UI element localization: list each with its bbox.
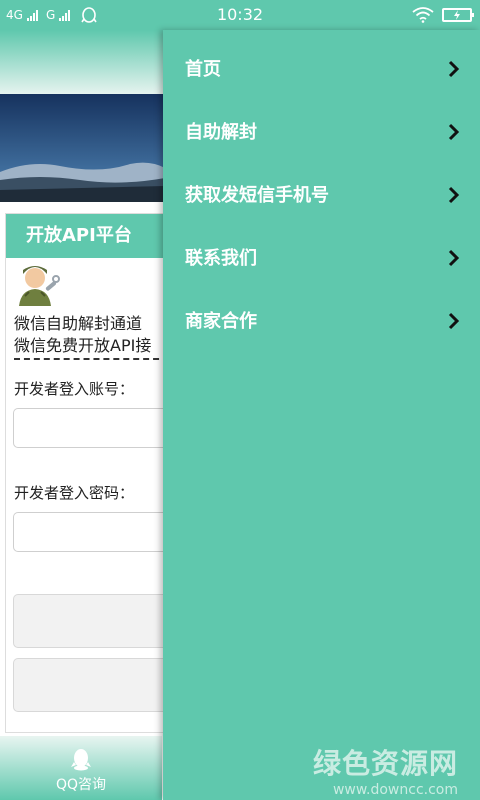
wifi-icon	[412, 7, 434, 23]
banner-image	[0, 94, 165, 202]
watermark-title: 绿色资源网	[312, 747, 458, 780]
menu-item-contact-us[interactable]: 联系我们	[163, 223, 480, 286]
password-input[interactable]	[13, 512, 173, 552]
qq-consult-label: QQ咨询	[55, 777, 107, 793]
menu-item-label: 自助解封	[185, 122, 257, 143]
menu-item-self-unblock[interactable]: 自助解封	[163, 97, 480, 160]
chevron-right-icon	[448, 312, 460, 330]
status-bar: 4G G 10:32	[0, 0, 480, 30]
info-line: 微信免费开放API接	[14, 336, 152, 355]
chevron-right-icon	[448, 60, 460, 78]
login-button[interactable]	[13, 594, 173, 648]
qq-consult-button[interactable]: QQ咨询	[0, 736, 162, 800]
status-time: 10:32	[216, 5, 264, 24]
info-line: 微信自助解封通道	[14, 314, 143, 333]
watermark-url: www.downcc.com	[332, 782, 458, 798]
account-label: 开发者登入账号：	[14, 380, 135, 398]
account-input[interactable]	[13, 408, 173, 448]
menu-item-business-cooperation[interactable]: 商家合作	[163, 286, 480, 349]
chevron-right-icon	[448, 249, 460, 267]
user-avatar-icon	[15, 262, 61, 308]
chevron-right-icon	[448, 123, 460, 141]
status-right-group	[412, 0, 474, 30]
watermark: 绿色资源网 www.downcc.com	[313, 742, 458, 798]
api-card: 开放API平台 微信自助解封通道 微信免费开放API接 开发者登入账号： 开发者…	[5, 213, 173, 733]
navigation-drawer: 首页 自助解封 获取发短信手机号 联系我们 商家合作	[163, 30, 480, 800]
menu-item-home[interactable]: 首页	[163, 34, 480, 97]
register-button[interactable]	[13, 658, 173, 712]
page-header	[0, 30, 165, 94]
menu-item-label: 联系我们	[185, 248, 257, 269]
battery-icon	[442, 8, 474, 22]
menu-item-label: 首页	[185, 59, 221, 80]
menu-item-get-sms-number[interactable]: 获取发短信手机号	[163, 160, 480, 223]
qq-icon	[71, 749, 91, 771]
menu-item-label: 获取发短信手机号	[185, 185, 329, 206]
chevron-right-icon	[448, 186, 460, 204]
menu-item-label: 商家合作	[185, 311, 257, 332]
password-label: 开发者登入密码：	[14, 484, 135, 502]
tab-api-platform[interactable]: 开放API平台	[6, 214, 165, 258]
divider	[14, 358, 169, 360]
